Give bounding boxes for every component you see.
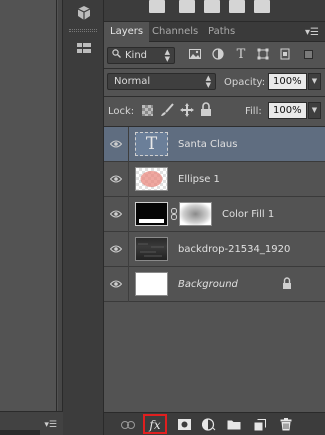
type-filter-icon[interactable]: T — [234, 47, 248, 62]
layer-comps-icon[interactable] — [72, 38, 96, 60]
opacity-dropdown-button[interactable]: ▼ — [308, 73, 321, 90]
fx-icon[interactable]: fx — [147, 417, 163, 432]
ellipse-preview — [140, 171, 163, 187]
eye-visibility-icon[interactable] — [110, 279, 122, 289]
smart-object-filter-icon[interactable] — [278, 48, 292, 60]
panel-menu-icon[interactable]: ▾☰ — [44, 420, 57, 430]
layers-empty-area[interactable] — [104, 303, 325, 412]
lock-transparent-icon[interactable] — [142, 105, 153, 116]
layer-row[interactable]: Ellipse 1 — [104, 162, 325, 197]
layer-name[interactable]: Santa Claus — [178, 139, 237, 150]
trash-icon[interactable] — [278, 417, 294, 432]
toolbar-button-3[interactable] — [204, 0, 220, 13]
image-filter-icon[interactable] — [188, 48, 202, 60]
mask-icon[interactable] — [176, 417, 192, 432]
panel-tabs: Layers Channels Paths ▾☰ — [104, 22, 325, 43]
layer-row[interactable]: Background — [104, 267, 325, 302]
canvas-area[interactable] — [0, 0, 57, 411]
dock-grip[interactable] — [69, 29, 97, 32]
3d-cube-icon[interactable] — [72, 2, 96, 24]
search-icon — [112, 48, 121, 63]
updown-icon: ▲ ▼ — [205, 74, 211, 89]
adjustment-filter-icon[interactable] — [211, 48, 225, 60]
opacity-label: Opacity: — [224, 77, 266, 88]
toolbar-button-4[interactable] — [229, 0, 245, 13]
toolbar-button-5[interactable] — [254, 0, 270, 13]
layer-name[interactable]: backdrop-21534_1920 — [178, 244, 290, 255]
lock-all-icon[interactable] — [200, 102, 212, 117]
filter-row: Kind ▲ ▼ T — [104, 42, 325, 68]
divider — [128, 232, 129, 267]
scrollbar[interactable] — [0, 430, 40, 435]
filter-toggle-switch[interactable] — [304, 50, 313, 59]
blend-row: Normal ▲ ▼ Opacity: 100% ▼ — [104, 69, 325, 95]
eye-visibility-icon[interactable] — [110, 139, 122, 149]
eye-visibility-icon[interactable] — [110, 174, 122, 184]
lock-pixels-brush-icon[interactable] — [160, 103, 174, 117]
chain-link-icon[interactable] — [171, 208, 177, 220]
filter-kind-select[interactable]: Kind ▲ ▼ — [107, 47, 175, 64]
top-toolbar-strip — [104, 0, 325, 22]
lock-row: Lock: Fill: 100% ▼ — [104, 97, 325, 127]
lock-icon — [282, 277, 292, 290]
layers-panel: Layers Channels Paths ▾☰ Kind ▲▼ T Norm — [104, 22, 325, 435]
shape-filter-icon[interactable] — [256, 48, 270, 60]
lock-label: Lock: — [108, 106, 135, 117]
divider — [128, 162, 129, 197]
toolbar-button-2[interactable] — [179, 0, 195, 13]
folder-icon[interactable] — [226, 417, 242, 432]
layer-name[interactable]: Color Fill 1 — [222, 209, 274, 220]
layer-row[interactable]: Color Fill 1 — [104, 197, 325, 232]
opacity-input[interactable]: 100% — [268, 73, 307, 90]
fill-dropdown-button[interactable]: ▼ — [308, 102, 321, 119]
updown-icon: ▲ ▼ — [164, 48, 170, 63]
divider — [128, 127, 129, 162]
icon-dock — [63, 0, 104, 435]
eye-visibility-icon[interactable] — [110, 209, 122, 219]
fill-input[interactable]: 100% — [268, 102, 307, 119]
divider — [128, 197, 129, 232]
layer-row[interactable]: T Santa Claus — [104, 127, 325, 162]
lock-position-move-icon[interactable] — [180, 103, 194, 117]
tab-paths[interactable]: Paths — [202, 22, 241, 42]
tab-layers[interactable]: Layers — [104, 22, 150, 43]
layer-mask-thumbnail[interactable] — [179, 202, 212, 226]
eye-visibility-icon[interactable] — [110, 244, 122, 254]
fill-label: Fill: — [245, 106, 262, 117]
layer-row[interactable]: backdrop-21534_1920 — [104, 232, 325, 267]
fill-layer-thumbnail — [135, 202, 168, 226]
blend-mode-select[interactable]: Normal ▲ ▼ — [107, 73, 216, 90]
layers-panel-footer: fx — [104, 412, 325, 435]
layer-name[interactable]: Background — [178, 279, 238, 290]
image-layer-thumbnail — [135, 237, 168, 261]
adjustment-icon[interactable] — [201, 417, 217, 432]
filter-kind-label: Kind — [125, 50, 148, 61]
background-layer-thumbnail — [135, 272, 168, 296]
toolbar-button-1[interactable] — [149, 0, 165, 13]
blend-mode-value: Normal — [114, 76, 151, 87]
layers-list: T Santa Claus Ellipse 1 Color Fill 1 bac… — [104, 127, 325, 303]
divider — [128, 267, 129, 302]
tab-channels[interactable]: Channels — [146, 22, 204, 42]
fill-swatch-bar — [139, 219, 164, 223]
shape-layer-thumbnail — [135, 167, 168, 191]
text-layer-thumbnail: T — [135, 132, 168, 156]
layer-name[interactable]: Ellipse 1 — [178, 174, 220, 185]
panel-menu-icon[interactable]: ▾☰ — [305, 27, 319, 38]
link-icon[interactable] — [120, 417, 136, 432]
new-layer-icon[interactable] — [252, 417, 268, 432]
texture-preview — [138, 243, 164, 257]
